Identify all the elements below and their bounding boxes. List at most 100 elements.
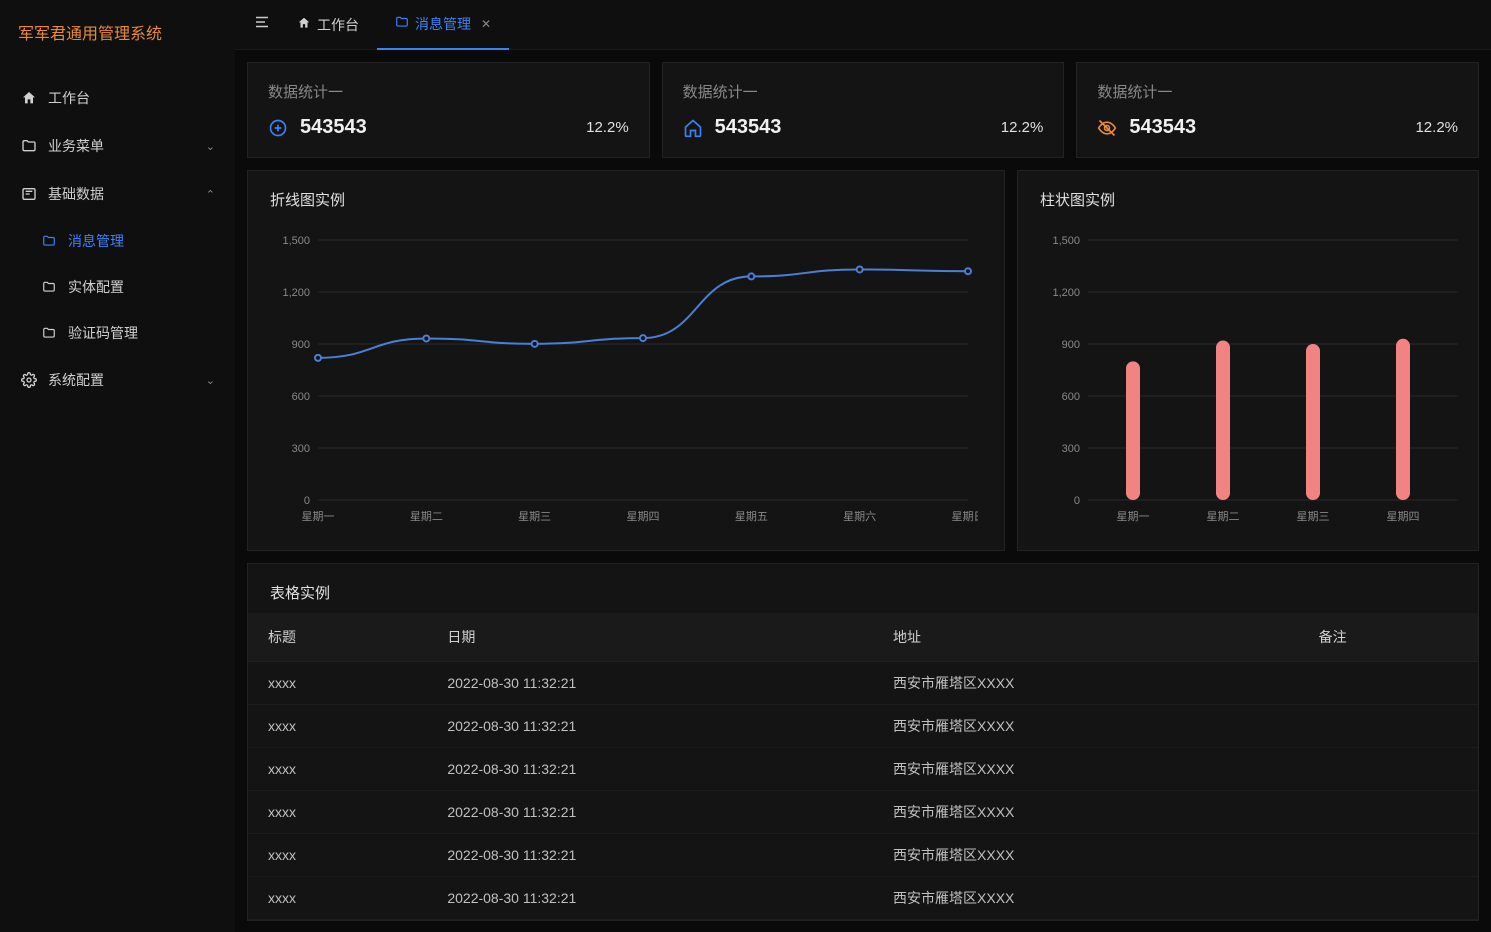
sidebar-item-label: 验证码管理 <box>68 323 138 343</box>
svg-text:星期三: 星期三 <box>518 510 551 523</box>
tab-label: 消息管理 <box>415 14 471 34</box>
sidebar-item-sysconfig[interactable]: 系统配置 ⌄ <box>0 356 235 404</box>
table-cell <box>1299 748 1478 791</box>
stat-percent: 12.2% <box>586 119 629 136</box>
sidebar-item-basedata[interactable]: 基础数据 ⌃ <box>0 170 235 218</box>
svg-text:600: 600 <box>292 391 310 403</box>
line-chart-panel: 折线图实例 03006009001,2001,500星期一星期二星期三星期四星期… <box>247 170 1005 551</box>
table-cell: 2022-08-30 11:32:21 <box>427 705 873 748</box>
svg-text:星期五: 星期五 <box>735 510 768 523</box>
svg-text:0: 0 <box>1074 495 1080 507</box>
stat-value: 543543 <box>300 116 367 139</box>
stat-title: 数据统计一 <box>1097 81 1458 102</box>
svg-text:星期二: 星期二 <box>410 510 443 523</box>
svg-text:1,200: 1,200 <box>282 287 310 299</box>
panel-title: 表格实例 <box>248 564 1478 613</box>
charts-row: 折线图实例 03006009001,2001,500星期一星期二星期三星期四星期… <box>247 170 1479 551</box>
folder-icon <box>40 234 58 248</box>
sidebar-toggle-button[interactable] <box>245 7 279 42</box>
table-cell <box>1299 662 1478 705</box>
svg-text:600: 600 <box>1062 391 1080 403</box>
sidebar-item-label: 实体配置 <box>68 277 124 297</box>
sidebar-item-business[interactable]: 业务菜单 ⌄ <box>0 122 235 170</box>
folder-icon <box>40 326 58 340</box>
table-cell: 2022-08-30 11:32:21 <box>427 748 873 791</box>
stat-card-1: 数据统计一 543543 12.2% <box>247 62 650 158</box>
stat-value: 543543 <box>1129 116 1196 139</box>
table-cell: 2022-08-30 11:32:21 <box>427 877 873 920</box>
table-cell: xxxx <box>248 748 427 791</box>
home-icon <box>20 90 38 106</box>
sidebar-item-label: 系统配置 <box>48 370 104 390</box>
table-cell: 2022-08-30 11:32:21 <box>427 662 873 705</box>
svg-text:星期日: 星期日 <box>952 510 979 523</box>
folder-icon <box>20 138 38 154</box>
sidebar-item-captcha[interactable]: 验证码管理 <box>0 310 235 356</box>
sidebar-item-label: 消息管理 <box>68 231 124 251</box>
table-header: 地址 <box>873 613 1299 662</box>
svg-text:900: 900 <box>292 339 310 351</box>
content-area: 数据统计一 543543 12.2% 数据统计一 <box>235 50 1491 932</box>
stats-row: 数据统计一 543543 12.2% 数据统计一 <box>247 62 1479 158</box>
table-row[interactable]: xxxx2022-08-30 11:32:21西安市雁塔区XXXX <box>248 662 1478 705</box>
data-table: 标题日期地址备注 xxxx2022-08-30 11:32:21西安市雁塔区XX… <box>248 613 1478 920</box>
table-cell: xxxx <box>248 791 427 834</box>
stat-percent: 12.2% <box>1001 119 1044 136</box>
sidebar-item-entity[interactable]: 实体配置 <box>0 264 235 310</box>
table-cell: xxxx <box>248 877 427 920</box>
table-cell: 2022-08-30 11:32:21 <box>427 791 873 834</box>
table-row[interactable]: xxxx2022-08-30 11:32:21西安市雁塔区XXXX <box>248 834 1478 877</box>
tab-label: 工作台 <box>317 15 359 35</box>
bar-chart-panel: 柱状图实例 03006009001,2001,500星期一星期二星期三星期四 <box>1017 170 1479 551</box>
table-cell: xxxx <box>248 662 427 705</box>
svg-text:1,200: 1,200 <box>1052 287 1080 299</box>
plus-circle-icon <box>268 118 288 138</box>
table-cell <box>1299 791 1478 834</box>
table-cell: 西安市雁塔区XXXX <box>873 791 1299 834</box>
svg-text:星期一: 星期一 <box>1117 510 1150 523</box>
svg-text:星期四: 星期四 <box>1387 510 1420 523</box>
tab-dashboard[interactable]: 工作台 <box>279 0 377 50</box>
sidebar-item-label: 工作台 <box>48 88 90 108</box>
svg-text:星期一: 星期一 <box>302 510 335 523</box>
home-outline-icon <box>683 118 703 138</box>
line-chart: 03006009001,2001,500星期一星期二星期三星期四星期五星期六星期… <box>268 230 978 530</box>
table-cell <box>1299 834 1478 877</box>
table-header: 备注 <box>1299 613 1478 662</box>
close-icon[interactable]: ✕ <box>481 17 491 31</box>
stat-value: 543543 <box>715 116 782 139</box>
table-cell: 西安市雁塔区XXXX <box>873 877 1299 920</box>
svg-text:星期三: 星期三 <box>1297 510 1330 523</box>
svg-text:0: 0 <box>304 495 310 507</box>
svg-text:星期四: 星期四 <box>627 510 660 523</box>
table-row[interactable]: xxxx2022-08-30 11:32:21西安市雁塔区XXXX <box>248 791 1478 834</box>
table-row[interactable]: xxxx2022-08-30 11:32:21西安市雁塔区XXXX <box>248 748 1478 791</box>
table-cell: 2022-08-30 11:32:21 <box>427 834 873 877</box>
stat-title: 数据统计一 <box>683 81 1044 102</box>
svg-text:1,500: 1,500 <box>282 235 310 247</box>
table-cell <box>1299 705 1478 748</box>
table-cell: 西安市雁塔区XXXX <box>873 705 1299 748</box>
table-cell: 西安市雁塔区XXXX <box>873 748 1299 791</box>
sidebar-item-label: 基础数据 <box>48 184 104 204</box>
table-cell: xxxx <box>248 705 427 748</box>
home-icon <box>297 16 311 33</box>
stat-percent: 12.2% <box>1415 119 1458 136</box>
table-header: 标题 <box>248 613 427 662</box>
table-header: 日期 <box>427 613 873 662</box>
tab-message[interactable]: 消息管理 ✕ <box>377 0 509 50</box>
table-panel: 表格实例 标题日期地址备注 xxxx2022-08-30 11:32:21西安市… <box>247 563 1479 921</box>
sidebar-item-dashboard[interactable]: 工作台 <box>0 74 235 122</box>
table-row[interactable]: xxxx2022-08-30 11:32:21西安市雁塔区XXXX <box>248 705 1478 748</box>
stat-card-3: 数据统计一 543543 12.2% <box>1076 62 1479 158</box>
stat-title: 数据统计一 <box>268 81 629 102</box>
sidebar-menu: 工作台 业务菜单 ⌄ 基础数据 ⌃ 消息管理 <box>0 64 235 414</box>
sidebar-item-message[interactable]: 消息管理 <box>0 218 235 264</box>
gear-icon <box>20 372 38 388</box>
sidebar: 军军君通用管理系统 工作台 业务菜单 ⌄ 基础数据 ⌃ <box>0 0 235 932</box>
svg-text:星期六: 星期六 <box>843 510 876 523</box>
table-row[interactable]: xxxx2022-08-30 11:32:21西安市雁塔区XXXX <box>248 877 1478 920</box>
app-title: 军军君通用管理系统 <box>0 0 235 64</box>
main-content: 工作台 消息管理 ✕ 数据统计一 <box>235 0 1491 932</box>
sidebar-item-label: 业务菜单 <box>48 136 104 156</box>
